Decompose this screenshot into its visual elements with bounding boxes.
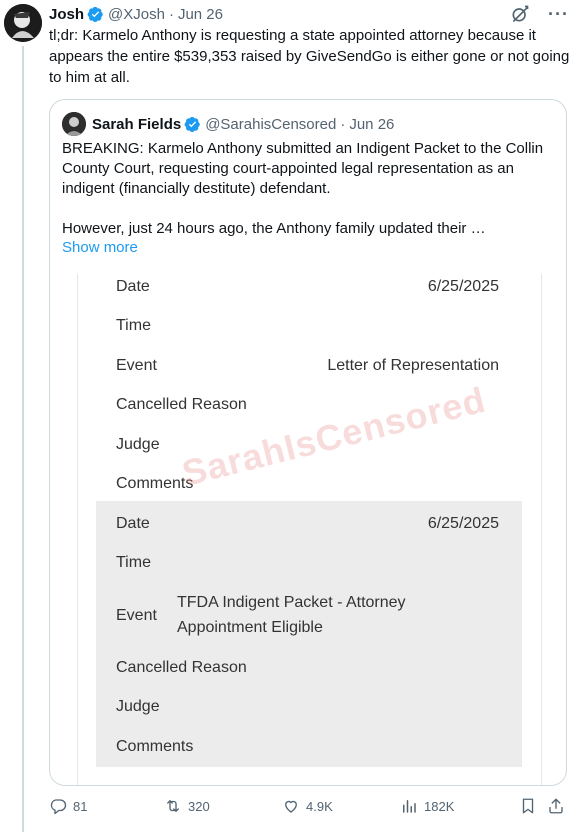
record2-event-label: Event [116, 607, 157, 624]
verified-badge-icon [184, 116, 201, 133]
thread-line [22, 46, 24, 832]
record2-cancelled-label: Cancelled Reason [116, 659, 247, 676]
quote-timestamp: Jun 26 [349, 115, 395, 133]
views-button[interactable]: 182K [400, 797, 454, 815]
quote-paragraph-1: BREAKING: Karmelo Anthony submitted an I… [62, 140, 544, 197]
record2-date-label: Date [116, 515, 150, 532]
bookmark-icon [519, 797, 537, 815]
quote-avatar [62, 112, 86, 136]
record1-comments-label: Comments [116, 475, 194, 492]
timestamp[interactable]: Jun 26 [178, 6, 223, 23]
quote-paragraph-2: However, just 24 hours ago, the Anthony … [62, 220, 486, 237]
record1-date-value: 6/25/2025 [427, 278, 499, 295]
quote-header: Sarah Fields @SarahisCensored · Jun 26 [62, 112, 394, 136]
like-count: 4.9K [306, 798, 333, 814]
reply-count: 81 [73, 798, 88, 814]
views-count: 182K [424, 798, 455, 814]
views-icon [400, 797, 418, 815]
bookmark-button[interactable] [519, 797, 537, 815]
verified-badge-icon [87, 6, 104, 23]
share-button[interactable] [547, 797, 565, 815]
separator-dot: · [168, 5, 174, 23]
quote-handle: @SarahisCensored [205, 115, 337, 133]
record2-judge-label: Judge [116, 698, 160, 715]
record2-event-value: TFDA Indigent Packet - Attorney Appointm… [177, 594, 406, 636]
quote-display-name: Sarah Fields [92, 115, 182, 133]
record2-time-label: Time [116, 554, 151, 571]
handle[interactable]: @XJosh [108, 6, 165, 23]
record1-date-label: Date [116, 278, 150, 295]
like-button[interactable]: 4.9K [282, 797, 333, 815]
court-record-image[interactable]: Date 6/25/2025 Time Event Letter of Repr… [77, 274, 542, 785]
record1-event-value: Letter of Representation [327, 357, 499, 374]
reply-icon [49, 797, 67, 815]
tweet-text: tl;dr: Karmelo Anthony is requesting a s… [49, 27, 570, 86]
record2-comments-label: Comments [116, 738, 194, 755]
quoted-tweet-card[interactable]: Sarah Fields @SarahisCensored · Jun 26 B… [49, 99, 567, 786]
display-name[interactable]: Josh [49, 6, 84, 23]
share-icon [547, 797, 565, 815]
header-actions: ··· [510, 4, 569, 24]
record1-time-label: Time [116, 317, 151, 334]
record1-judge-label: Judge [116, 436, 160, 453]
action-bar: 81 320 4.9K 182K [49, 797, 573, 819]
record1-cancelled-label: Cancelled Reason [116, 396, 247, 413]
repost-count: 320 [188, 798, 210, 814]
reply-button[interactable]: 81 [49, 797, 87, 815]
repost-icon [164, 797, 182, 815]
like-icon [282, 797, 300, 815]
record1-event-label: Event [116, 357, 157, 374]
quote-text: BREAKING: Karmelo Anthony submitted an I… [62, 139, 556, 239]
show-more-link[interactable]: Show more [62, 239, 138, 256]
grok-icon[interactable] [510, 4, 530, 24]
record2-date-value: 6/25/2025 [427, 515, 499, 532]
tweet-header: Josh @XJosh · Jun 26 [49, 4, 223, 24]
avatar[interactable] [4, 4, 42, 42]
more-icon[interactable]: ··· [548, 5, 569, 23]
repost-button[interactable]: 320 [164, 797, 210, 815]
separator-dot: · [340, 115, 346, 133]
